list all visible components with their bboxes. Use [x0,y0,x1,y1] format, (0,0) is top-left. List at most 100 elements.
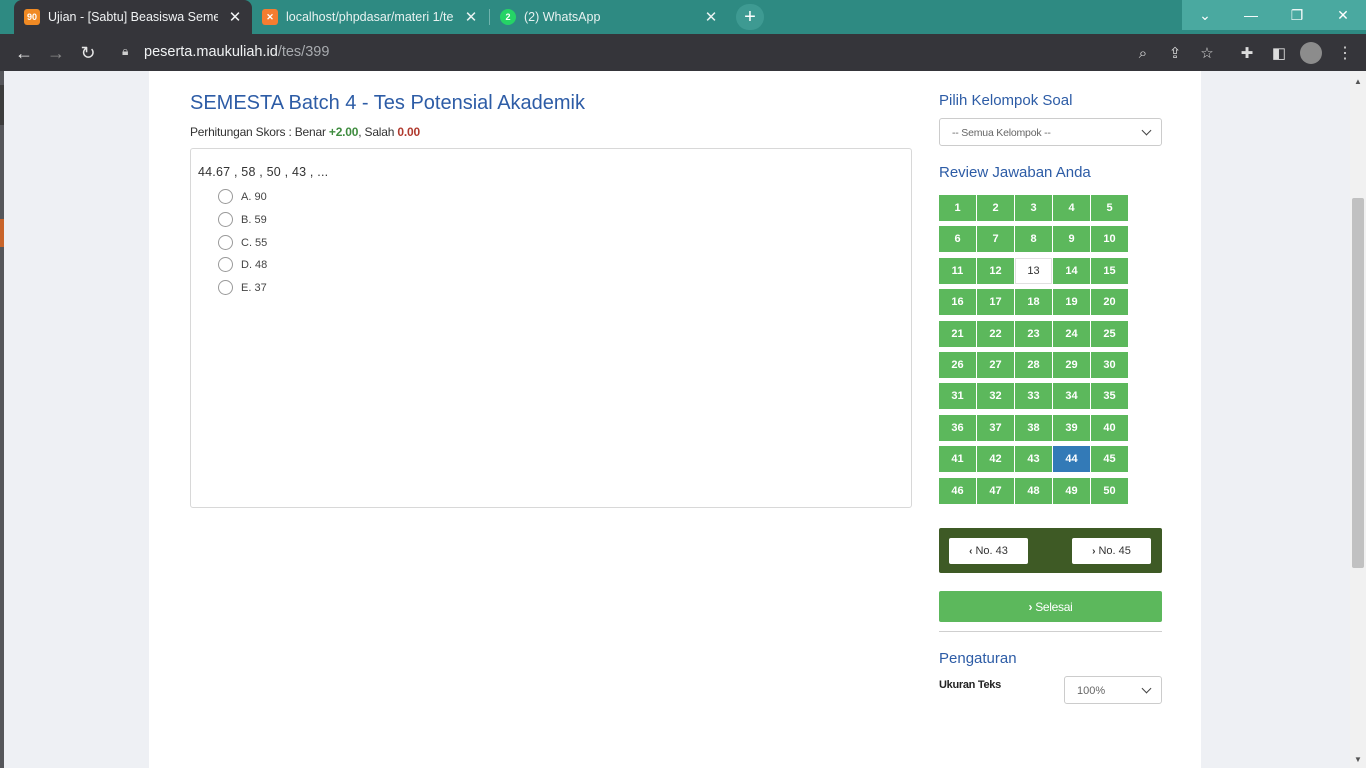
menu-icon[interactable]: ⋮ [1334,42,1356,64]
question-number-cell[interactable]: 41 [939,446,976,473]
question-number-cell[interactable]: 33 [1015,383,1052,410]
question-number-cell[interactable]: 27 [977,352,1014,378]
close-tab-icon[interactable]: ✕ [226,8,244,26]
question-number-cell[interactable]: 50 [1091,477,1128,504]
option-label: D. 48 [241,258,268,271]
text-size-value: 100% [1077,685,1106,697]
question-number-cell[interactable]: 14 [1053,257,1090,284]
tab-localhost[interactable]: ✕ localhost/phpdasar/materi 1/test ✕ [252,0,488,34]
question-number-cell[interactable]: 2 [977,195,1014,221]
page-scrollbar[interactable]: ▲ ▼ [1350,71,1366,768]
question-number-cell[interactable]: 7 [977,226,1014,253]
question-number-cell[interactable]: 46 [939,477,976,504]
question-number-cell[interactable]: 13 [1015,257,1052,284]
question-number-cell[interactable]: 17 [977,289,1014,316]
zoom-icon[interactable]: ⌕ [1132,42,1154,64]
tab-title: localhost/phpdasar/materi 1/test [286,10,454,24]
radio-button[interactable] [218,235,233,250]
question-number-cell[interactable]: 32 [977,383,1014,410]
reload-button[interactable]: ↻ [74,39,102,67]
text-size-select[interactable]: 100% [1064,676,1162,704]
question-number-cell[interactable]: 35 [1091,383,1128,410]
extensions-icon[interactable]: ✚ [1236,42,1258,64]
prev-question-button[interactable]: ‹ No. 43 [949,538,1028,564]
question-number-cell[interactable]: 1 [939,195,976,221]
chevron-left-icon: ‹ [969,545,973,557]
question-number-cell[interactable]: 10 [1091,226,1128,253]
question-number-cell[interactable]: 9 [1053,226,1090,253]
question-number-cell[interactable]: 3 [1015,195,1052,221]
question-number-cell[interactable]: 24 [1053,320,1090,347]
profile-avatar[interactable] [1300,42,1322,64]
option-c[interactable]: C. 55 [218,235,267,250]
question-number-cell[interactable]: 45 [1091,446,1128,473]
question-number-cell[interactable]: 4 [1053,195,1090,221]
bookmark-star-icon[interactable]: ☆ [1196,42,1218,64]
question-number-cell[interactable]: 18 [1015,289,1052,316]
scrollbar-thumb[interactable] [1352,198,1364,568]
question-number-cell[interactable]: 16 [939,289,976,316]
question-number-cell[interactable]: 23 [1015,320,1052,347]
question-number-cell[interactable]: 39 [1053,414,1090,441]
question-number-cell[interactable]: 11 [939,257,976,284]
question-number-cell[interactable]: 43 [1015,446,1052,473]
option-e[interactable]: E. 37 [218,280,267,295]
whatsapp-favicon-icon: 2 [500,9,516,25]
question-number-cell[interactable]: 49 [1053,477,1090,504]
scroll-up-icon[interactable]: ▲ [1354,77,1362,86]
question-number-cell[interactable]: 5 [1091,195,1128,221]
question-number-cell[interactable]: 31 [939,383,976,410]
radio-button[interactable] [218,280,233,295]
next-question-button[interactable]: › No. 45 [1072,538,1151,564]
question-number-cell[interactable]: 6 [939,226,976,253]
question-number-cell[interactable]: 42 [977,446,1014,473]
tab-search-button[interactable]: ⌄ [1182,0,1228,30]
question-number-cell[interactable]: 8 [1015,226,1052,253]
radio-button[interactable] [218,257,233,272]
question-number-cell[interactable]: 34 [1053,383,1090,410]
question-number-cell[interactable]: 15 [1091,257,1128,284]
option-b[interactable]: B. 59 [218,212,267,227]
finish-button[interactable]: › Selesai [939,591,1162,622]
option-a[interactable]: A. 90 [218,189,267,204]
lock-icon: 🔒︎ [122,44,129,58]
share-icon[interactable]: ⇪ [1164,42,1186,64]
minimize-button[interactable]: — [1228,0,1274,30]
question-number-cell[interactable]: 38 [1015,414,1052,441]
close-tab-icon[interactable]: ✕ [462,8,480,26]
question-number-cell[interactable]: 47 [977,477,1014,504]
question-number-cell[interactable]: 28 [1015,352,1052,378]
scroll-down-icon[interactable]: ▼ [1354,755,1362,764]
restore-button[interactable]: ❐ [1274,0,1320,30]
option-d[interactable]: D. 48 [218,257,267,272]
question-number-cell[interactable]: 40 [1091,414,1128,441]
address-bar[interactable]: 🔒︎ peserta.maukuliah.id/tes/399 ⌕ ⇪ ☆ [112,38,1228,67]
question-number-cell[interactable]: 30 [1091,352,1128,378]
question-number-cell[interactable]: 19 [1053,289,1090,316]
question-number-cell[interactable]: 22 [977,320,1014,347]
radio-button[interactable] [218,189,233,204]
side-panel-icon[interactable]: ◧ [1268,42,1290,64]
page-viewport: SEMESTA Batch 4 - Tes Potensial Akademik… [0,71,1350,768]
question-number-cell[interactable]: 29 [1053,352,1090,378]
question-number-cell[interactable]: 44 [1053,446,1090,473]
question-number-cell[interactable]: 12 [977,257,1014,284]
url-text: peserta.maukuliah.id/tes/399 [144,44,329,60]
new-tab-button[interactable]: + [736,4,764,30]
question-number-cell[interactable]: 25 [1091,320,1128,347]
tab-title: Ujian - [Sabtu] Beasiswa Semesta [48,10,218,24]
question-number-cell[interactable]: 26 [939,352,976,378]
question-number-cell[interactable]: 48 [1015,477,1052,504]
question-number-cell[interactable]: 36 [939,414,976,441]
question-number-cell[interactable]: 20 [1091,289,1128,316]
close-tab-icon[interactable]: ✕ [702,8,720,26]
tab-exam[interactable]: 90 Ujian - [Sabtu] Beasiswa Semesta ✕ [14,0,252,34]
group-select[interactable]: -- Semua Kelompok -- [939,118,1162,146]
question-number-cell[interactable]: 37 [977,414,1014,441]
tab-whatsapp[interactable]: 2 (2) WhatsApp ✕ [490,0,728,34]
forward-button[interactable]: → [42,39,70,67]
question-number-cell[interactable]: 21 [939,320,976,347]
radio-button[interactable] [218,212,233,227]
back-button[interactable]: ← [10,39,38,67]
close-window-button[interactable]: ✕ [1320,0,1366,30]
